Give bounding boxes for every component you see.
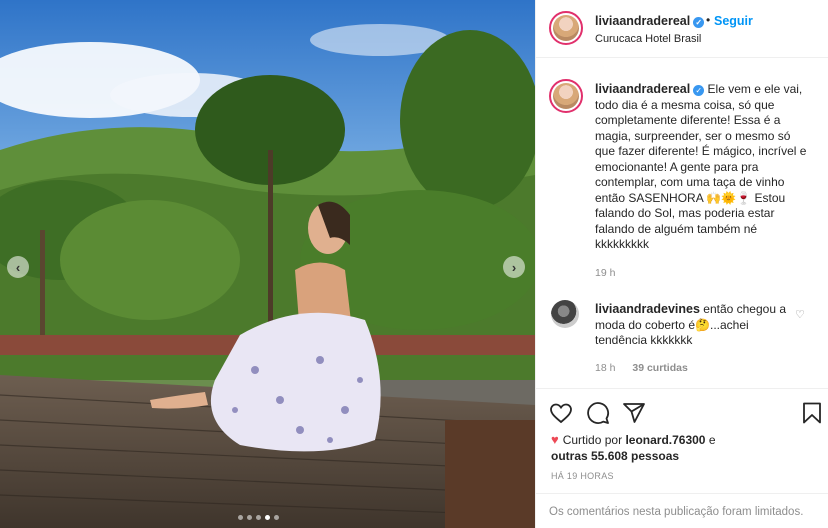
carousel-dot [238,515,243,520]
avatar[interactable] [549,11,583,45]
carousel-dot [256,515,261,520]
like-heart-icon: ♥ [551,432,559,447]
chevron-right-icon[interactable]: › [503,256,525,278]
carousel-dot [274,515,279,520]
heart-icon[interactable] [549,401,573,425]
comment-likes-count[interactable]: 39 curtidas [632,362,687,374]
carousel-dot [247,515,252,520]
likes-conj: e [708,433,716,447]
verified-icon: ✓ [693,85,705,96]
comment-icon[interactable] [586,401,610,425]
follow-button[interactable]: Seguir [714,14,753,28]
post-photo [0,0,535,528]
location-link[interactable]: Curucaca Hotel Brasil [595,33,701,45]
comment-text: liviaandradevines então chegou a moda do… [595,302,795,349]
verified-icon: ✓ [693,17,705,28]
send-icon[interactable] [622,401,646,425]
carousel-dot [265,515,270,520]
action-bar: ♥ Curtido por leonard.76300 e outras 55.6… [536,388,828,528]
post-header: liviaandradereal ✓ • Seguir Curucaca Hote… [536,0,828,58]
caption-timestamp: 19 h [595,267,616,279]
likes-prefix: Curtido por [562,433,623,447]
caption-username[interactable]: liviaandradereal [595,82,690,96]
comment-like-heart-icon[interactable]: ♡ [795,308,805,321]
post-image[interactable]: ‹ › [0,0,535,528]
bookmark-icon[interactable] [800,401,824,425]
chevron-left-icon[interactable]: ‹ [7,256,29,278]
comment-meta: 18 h 39 curtidas [595,362,702,374]
likes-summary: ♥ Curtido por leonard.76300 e outras 55.6… [551,432,716,464]
post-panel: liviaandradereal ✓ • Seguir Curucaca Hote… [535,0,828,528]
likes-others[interactable]: outras 55.608 pessoas [551,449,679,463]
caption-text: liviaandradereal ✓ Ele vem e ele vai, tod… [595,82,813,253]
caption-body: Ele vem e ele vai, todo dia é a mesma co… [595,82,807,251]
avatar[interactable] [549,79,583,113]
avatar[interactable] [551,300,579,328]
comment-username[interactable]: liviaandradevines [595,302,700,316]
header-username[interactable]: liviaandradereal ✓ [595,14,705,28]
comment-timestamp: 18 h [595,362,616,374]
carousel-indicator [238,515,279,520]
post-timestamp: HÁ 19 HORAS [551,471,614,481]
separator: • [706,13,711,27]
comments-limited-notice: Os comentários nesta publicação foram li… [536,493,828,528]
liked-by-user[interactable]: leonard.76300 [625,433,705,447]
